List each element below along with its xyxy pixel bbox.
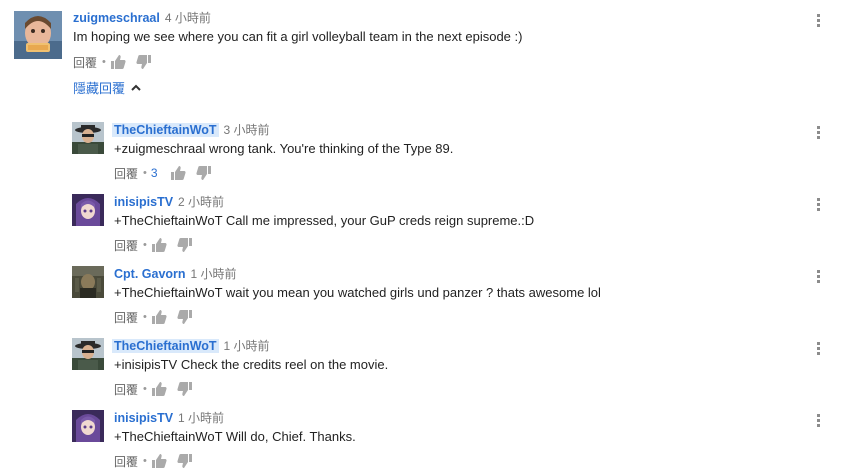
separator-dot: • <box>143 455 147 467</box>
comment-text: +TheChieftainWoT wait you mean you watch… <box>114 285 601 300</box>
comment-author[interactable]: zuigmeschraal <box>73 11 160 25</box>
comment-author[interactable]: inisipisTV <box>114 195 173 209</box>
like-count: 3 <box>150 166 158 180</box>
thumbs-down-icon[interactable] <box>177 381 193 397</box>
thumbs-up-icon[interactable] <box>110 54 126 70</box>
thumbs-up-icon[interactable] <box>151 453 167 469</box>
thumbs-down-icon[interactable] <box>177 453 193 469</box>
comment-author[interactable]: TheChieftainWoT <box>112 123 219 137</box>
comment-time[interactable]: 2 小時前 <box>178 195 224 209</box>
separator-dot: • <box>143 311 147 323</box>
avatar[interactable] <box>14 11 62 59</box>
comment-text: +TheChieftainWoT Will do, Chief. Thanks. <box>114 429 356 444</box>
more-vertical-icon[interactable] <box>813 125 823 141</box>
separator-dot: • <box>143 239 147 251</box>
reply-button[interactable]: 回覆 <box>114 381 138 398</box>
avatar[interactable] <box>72 266 104 298</box>
comment-text: +inisipisTV Check the credits reel on th… <box>114 357 389 372</box>
thumbs-up-icon[interactable] <box>151 237 167 253</box>
comment-time[interactable]: 1 小時前 <box>224 339 270 353</box>
reply-button[interactable]: 回覆 <box>73 54 97 71</box>
thumbs-down-icon[interactable] <box>136 54 152 70</box>
comment-author[interactable]: Cpt. Gavorn <box>114 267 186 281</box>
chevron-up-icon <box>131 84 141 91</box>
comment-author[interactable]: inisipisTV <box>114 411 173 425</box>
comment-text: Im hoping we see where you can fit a gir… <box>73 29 523 44</box>
thumbs-up-icon[interactable] <box>151 309 167 325</box>
reply-button[interactable]: 回覆 <box>114 309 138 326</box>
comment-text: +zuigmeschraal wrong tank. You're thinki… <box>114 141 454 156</box>
reply-button[interactable]: 回覆 <box>114 453 138 470</box>
thumbs-up-icon[interactable] <box>170 165 186 181</box>
comment-time[interactable]: 1 小時前 <box>191 267 237 281</box>
avatar[interactable] <box>72 410 104 442</box>
separator-dot: • <box>143 167 147 179</box>
more-vertical-icon[interactable] <box>813 341 823 357</box>
separator-dot: • <box>102 56 106 68</box>
comment-text: +TheChieftainWoT Call me impressed, your… <box>114 213 535 228</box>
more-vertical-icon[interactable] <box>813 269 823 285</box>
thumbs-down-icon[interactable] <box>195 165 212 181</box>
comment-time[interactable]: 4 小時前 <box>165 11 211 25</box>
avatar[interactable] <box>72 122 104 154</box>
more-vertical-icon[interactable] <box>813 413 823 429</box>
avatar[interactable] <box>72 194 104 226</box>
hide-replies-label: 隱藏回覆 <box>73 81 126 96</box>
comment-time[interactable]: 1 小時前 <box>178 411 224 425</box>
avatar[interactable] <box>72 338 104 370</box>
hide-replies-toggle[interactable]: 隱藏回覆 <box>73 78 141 97</box>
separator-dot: • <box>143 383 147 395</box>
thumbs-down-icon[interactable] <box>177 309 193 325</box>
comment-author[interactable]: TheChieftainWoT <box>112 339 219 353</box>
more-vertical-icon[interactable] <box>813 197 823 213</box>
thumbs-up-icon[interactable] <box>151 381 167 397</box>
reply-button[interactable]: 回覆 <box>114 165 138 182</box>
comment-time[interactable]: 3 小時前 <box>224 123 270 137</box>
thumbs-down-icon[interactable] <box>177 237 193 253</box>
reply-button[interactable]: 回覆 <box>114 237 138 254</box>
more-vertical-icon[interactable] <box>813 13 823 29</box>
